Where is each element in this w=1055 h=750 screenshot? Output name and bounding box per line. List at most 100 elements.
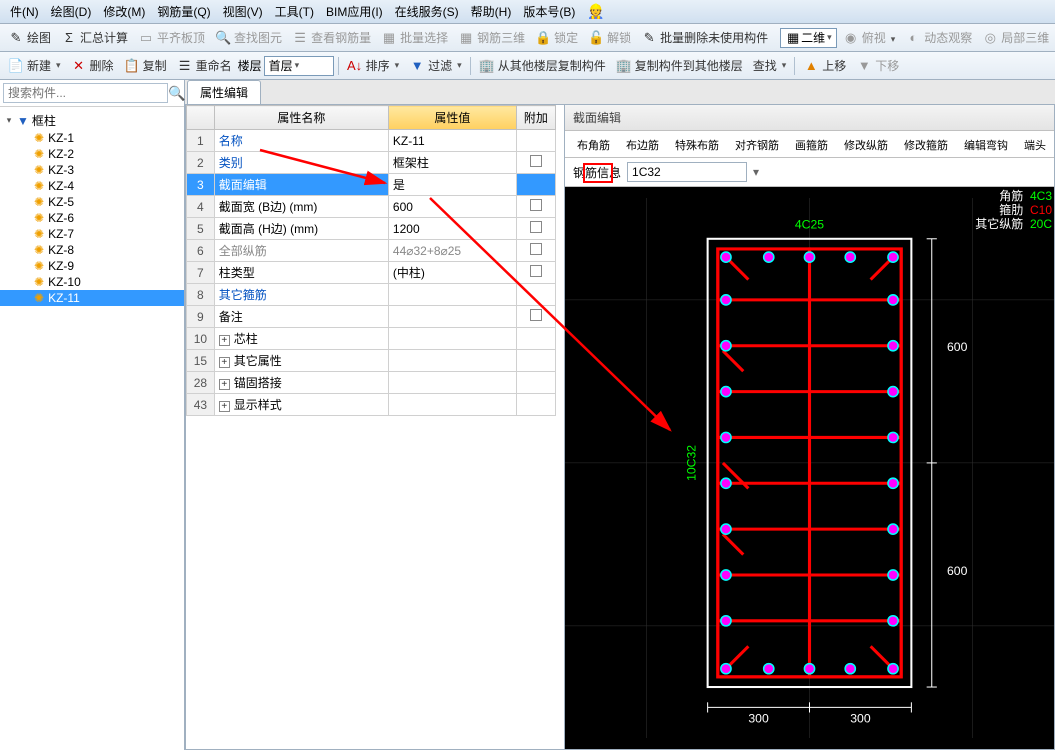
menu-item[interactable]: 视图(V) <box>217 3 269 20</box>
menu-item[interactable]: 绘图(D) <box>45 3 98 20</box>
pencil-icon: ✎ <box>8 30 24 46</box>
local-3d-button[interactable]: ◎局部三维 <box>978 27 1053 48</box>
move-down-button[interactable]: ▼下移 <box>852 55 903 76</box>
expand-icon[interactable]: + <box>219 357 230 368</box>
sort-button[interactable]: A↓排序 <box>343 55 404 76</box>
property-row[interactable]: 3截面编辑是 <box>187 174 556 196</box>
orbit-button[interactable]: ◐动态观察 <box>901 27 976 48</box>
property-row[interactable]: 8其它箍筋 <box>187 284 556 306</box>
expand-icon[interactable]: + <box>219 401 230 412</box>
menu-item[interactable]: 版本号(B) <box>517 3 581 20</box>
section-tab[interactable]: 对齐钢筋 <box>727 133 787 157</box>
property-row[interactable]: 15+其它属性 <box>187 350 556 372</box>
copy-button[interactable]: 📋复制 <box>120 55 171 76</box>
property-grid[interactable]: 属性名称 属性值 附加 1名称KZ-112类别框架柱3截面编辑是4截面宽 (B边… <box>186 105 556 749</box>
filter-button[interactable]: ▼过滤 <box>405 55 466 76</box>
menu-item[interactable]: 帮助(H) <box>465 3 518 20</box>
batch-delete-button[interactable]: ✎批量删除未使用构件 <box>637 27 772 48</box>
rename-button[interactable]: ☰重命名 <box>173 55 236 76</box>
property-row[interactable]: 5截面高 (H边) (mm)1200 <box>187 218 556 240</box>
copy-to-floor-button[interactable]: 🏢复制构件到其他楼层 <box>612 55 747 76</box>
tree-item[interactable]: ✺KZ-11 <box>0 290 184 306</box>
tree-item[interactable]: ✺KZ-5 <box>0 194 184 210</box>
unlock-button[interactable]: 🔓解锁 <box>584 27 635 48</box>
property-row[interactable]: 43+显示样式 <box>187 394 556 416</box>
tab-property-edit[interactable]: 属性编辑 <box>187 80 261 104</box>
search-input[interactable] <box>3 83 168 103</box>
tree-item[interactable]: ✺KZ-6 <box>0 210 184 226</box>
search-icon[interactable]: 🔍 <box>168 85 185 102</box>
tree-item[interactable]: ✺KZ-9 <box>0 258 184 274</box>
property-row[interactable]: 28+锚固搭接 <box>187 372 556 394</box>
section-canvas[interactable]: 4C25 600 600 300 300 10C32 角筋 4C3 箍肋 C10… <box>565 187 1054 749</box>
menu-item[interactable]: 修改(M) <box>97 3 151 20</box>
menu-bar: 件(N) 绘图(D) 修改(M) 钢筋量(Q) 视图(V) 工具(T) BIM应… <box>0 0 1055 24</box>
property-row[interactable]: 9备注 <box>187 306 556 328</box>
tree-item[interactable]: ✺KZ-3 <box>0 162 184 178</box>
component-tree[interactable]: ▾ ▼ 框柱 ✺KZ-1✺KZ-2✺KZ-3✺KZ-4✺KZ-5✺KZ-6✺KZ… <box>0 107 184 750</box>
tree-root[interactable]: ▾ ▼ 框柱 <box>0 111 184 130</box>
rebar-info-input[interactable] <box>627 162 747 182</box>
collapse-icon[interactable]: ▾ <box>4 115 14 126</box>
gear-icon: ✺ <box>34 211 44 225</box>
section-tab[interactable]: 编辑弯钩 <box>956 133 1016 157</box>
tree-item[interactable]: ✺KZ-4 <box>0 178 184 194</box>
move-up-button[interactable]: ▲上移 <box>799 55 850 76</box>
tree-item[interactable]: ✺KZ-2 <box>0 146 184 162</box>
sigma-icon: Σ <box>61 30 77 46</box>
rebar-3d-button[interactable]: ▦钢筋三维 <box>454 27 529 48</box>
align-slab-button[interactable]: ▭平齐板顶 <box>134 27 209 48</box>
top-view-button[interactable]: ◉俯视 <box>839 27 900 48</box>
tab-strip: 属性编辑 <box>185 80 1055 104</box>
section-tab[interactable]: 端头 <box>1016 133 1054 157</box>
down-icon: ▼ <box>856 58 872 74</box>
find-button[interactable]: 查找 <box>749 55 791 76</box>
separator <box>338 57 339 75</box>
menu-item[interactable]: BIM应用(I) <box>320 3 389 20</box>
menu-item[interactable]: 工具(T) <box>269 3 320 20</box>
summary-button[interactable]: Σ汇总计算 <box>57 27 132 48</box>
funnel-icon: ▼ <box>17 114 29 128</box>
floor-combo[interactable]: 首层 <box>264 56 334 76</box>
expand-icon[interactable]: + <box>219 335 230 346</box>
sort-icon: A↓ <box>347 58 363 74</box>
tree-item[interactable]: ✺KZ-10 <box>0 274 184 290</box>
section-tab[interactable]: 修改纵筋 <box>836 133 896 157</box>
draw-button[interactable]: ✎绘图 <box>4 27 55 48</box>
copy-from-floor-button[interactable]: 🏢从其他楼层复制构件 <box>475 55 610 76</box>
section-tab[interactable]: 布角筋 <box>569 133 618 157</box>
property-row[interactable]: 2类别框架柱 <box>187 152 556 174</box>
separator <box>794 57 795 75</box>
section-tab[interactable]: 布边筋 <box>618 133 667 157</box>
col-header-name: 属性名称 <box>214 106 388 130</box>
section-tab[interactable]: 特殊布筋 <box>667 133 727 157</box>
property-row[interactable]: 7柱类型(中柱) <box>187 262 556 284</box>
gear-icon: ✺ <box>34 243 44 257</box>
property-row[interactable]: 6全部纵筋44⌀32+8⌀25 <box>187 240 556 262</box>
unlock-icon: 🔓 <box>588 30 604 46</box>
cube-icon: ▦ <box>458 30 474 46</box>
local3d-icon: ◎ <box>982 30 998 46</box>
property-row[interactable]: 1名称KZ-11 <box>187 130 556 152</box>
view-mode-combo[interactable]: ▦二维 <box>780 28 837 48</box>
menu-item[interactable]: 件(N) <box>4 3 45 20</box>
lock-button[interactable]: 🔒锁定 <box>531 27 582 48</box>
tree-item[interactable]: ✺KZ-7 <box>0 226 184 242</box>
view-rebar-button[interactable]: ☰查看钢筋量 <box>288 27 375 48</box>
property-row[interactable]: 4截面宽 (B边) (mm)600 <box>187 196 556 218</box>
section-tab[interactable]: 修改箍筋 <box>896 133 956 157</box>
menu-item[interactable]: 在线服务(S) <box>389 3 465 20</box>
expand-icon[interactable]: + <box>219 379 230 390</box>
delete-button[interactable]: ✕删除 <box>67 55 118 76</box>
topview-icon: ◉ <box>843 30 859 46</box>
property-row[interactable]: 10+芯柱 <box>187 328 556 350</box>
copyfrom-icon: 🏢 <box>479 58 495 74</box>
find-element-button[interactable]: 🔍查找图元 <box>211 27 286 48</box>
batch-select-button[interactable]: ▦批量选择 <box>377 27 452 48</box>
new-button[interactable]: 📄新建 <box>4 55 65 76</box>
section-tab[interactable]: 画箍筋 <box>787 133 836 157</box>
tree-item[interactable]: ✺KZ-8 <box>0 242 184 258</box>
tree-item[interactable]: ✺KZ-1 <box>0 130 184 146</box>
menu-item[interactable]: 钢筋量(Q) <box>151 3 216 20</box>
dropdown-icon[interactable]: ▾ <box>753 165 759 179</box>
